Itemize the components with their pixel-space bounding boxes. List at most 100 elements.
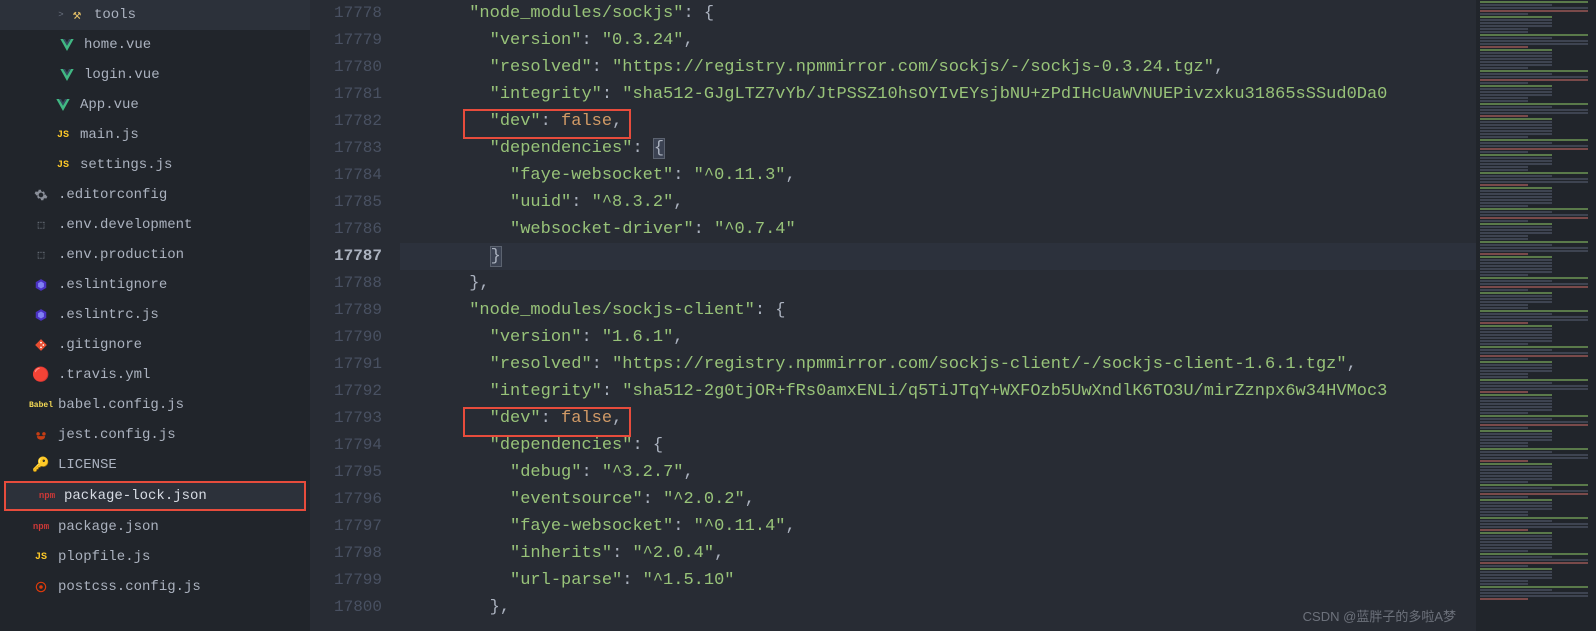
file-item-app-vue[interactable]: App.vue xyxy=(0,90,310,120)
file-name-label: .env.development xyxy=(58,217,192,233)
minimap-line xyxy=(1480,502,1552,504)
file-explorer[interactable]: >⚒tools home.vue login.vueApp.vue JS main.js… xyxy=(0,0,310,631)
file-name-label: .editorconfig xyxy=(58,187,167,203)
minimap-line xyxy=(1480,490,1588,492)
minimap-line xyxy=(1480,442,1528,444)
vue-icon xyxy=(58,66,76,84)
minimap-line xyxy=(1480,148,1588,150)
minimap-line xyxy=(1480,40,1588,42)
minimap-line xyxy=(1480,49,1552,51)
minimap-line xyxy=(1480,166,1528,168)
code-line[interactable]: "dev": false, xyxy=(400,405,1476,432)
minimap-line xyxy=(1480,457,1588,459)
line-number: 17797 xyxy=(310,513,382,540)
minimap-line xyxy=(1480,103,1588,105)
minimap-line xyxy=(1480,517,1588,519)
minimap-line xyxy=(1480,262,1552,264)
minimap-line xyxy=(1480,22,1552,24)
code-line[interactable]: "websocket-driver": "^0.7.4" xyxy=(400,216,1476,243)
line-number: 17788 xyxy=(310,270,382,297)
file-item--editorconfig[interactable]: .editorconfig xyxy=(0,180,310,210)
minimap-line xyxy=(1480,169,1528,171)
line-number: 17789 xyxy=(310,297,382,324)
file-item--travis-yml[interactable]: 🔴.travis.yml xyxy=(0,360,310,390)
minimap-line xyxy=(1480,544,1552,546)
code-line[interactable]: "resolved": "https://registry.npmmirror.… xyxy=(400,54,1476,81)
minimap-line xyxy=(1480,322,1528,324)
minimap-line xyxy=(1480,475,1552,477)
code-line[interactable]: "faye-websocket": "^0.11.4", xyxy=(400,513,1476,540)
file-item--eslintrc-js[interactable]: .eslintrc.js xyxy=(0,300,310,330)
code-editor: 1777817779177801778117782177831778417785… xyxy=(310,0,1596,631)
file-name-label: home.vue xyxy=(84,37,151,53)
minimap-line xyxy=(1480,115,1528,117)
file-item-main-js[interactable]: JS main.js xyxy=(0,120,310,150)
minimap-line xyxy=(1480,358,1528,360)
file-item--gitignore[interactable]: .gitignore xyxy=(0,330,310,360)
file-item-license[interactable]: 🔑LICENSE xyxy=(0,450,310,480)
minimap-line xyxy=(1480,364,1552,366)
minimap-line xyxy=(1480,154,1552,156)
minimap-line xyxy=(1480,145,1588,147)
file-item-settings-js[interactable]: JSsettings.js xyxy=(0,150,310,180)
minimap-line xyxy=(1480,595,1588,597)
file-item-package-json[interactable]: npmpackage.json xyxy=(0,512,310,542)
code-line[interactable]: "dev": false, xyxy=(400,108,1476,135)
file-name-label: package-lock.json xyxy=(64,488,207,504)
code-line[interactable]: } xyxy=(400,243,1476,270)
file-name-label: main.js xyxy=(80,127,139,143)
code-area[interactable]: "node_modules/sockjs": { "version": "0.3… xyxy=(400,0,1476,631)
js-icon: JS xyxy=(54,126,72,144)
file-item-babel-config-js[interactable]: Babelbabel.config.js xyxy=(0,390,310,420)
code-line[interactable]: "faye-websocket": "^0.11.3", xyxy=(400,162,1476,189)
minimap-line xyxy=(1480,106,1552,108)
file-item-package-lock-json[interactable]: npmpackage-lock.json xyxy=(4,481,306,511)
file-item--env-production[interactable]: ⬚.env.production xyxy=(0,240,310,270)
code-line[interactable]: "version": "0.3.24", xyxy=(400,27,1476,54)
file-name-label: .gitignore xyxy=(58,337,142,353)
code-line[interactable]: }, xyxy=(400,270,1476,297)
minimap-line xyxy=(1480,289,1528,291)
file-item-login-vue[interactable]: login.vue xyxy=(0,60,310,90)
code-line[interactable]: "resolved": "https://registry.npmmirror.… xyxy=(400,351,1476,378)
code-line[interactable]: "debug": "^3.2.7", xyxy=(400,459,1476,486)
expand-arrow-icon[interactable]: > xyxy=(54,10,68,20)
file-item--env-development[interactable]: ⬚ .env.development xyxy=(0,210,310,240)
eslint-icon xyxy=(32,306,50,324)
code-line[interactable]: "node_modules/sockjs": { xyxy=(400,0,1476,27)
code-line[interactable]: "version": "1.6.1", xyxy=(400,324,1476,351)
file-name-label: package.json xyxy=(58,519,159,535)
minimap-line xyxy=(1480,235,1528,237)
code-line[interactable]: "uuid": "^8.3.2", xyxy=(400,189,1476,216)
code-line[interactable]: "dependencies": { xyxy=(400,135,1476,162)
file-item--eslintignore[interactable]: .eslintignore xyxy=(0,270,310,300)
minimap-line xyxy=(1480,352,1588,354)
code-line[interactable]: "inherits": "^2.0.4", xyxy=(400,540,1476,567)
minimap-line xyxy=(1480,79,1588,81)
minimap-line xyxy=(1480,547,1552,549)
line-number: 17793 xyxy=(310,405,382,432)
file-item-home-vue[interactable]: home.vue xyxy=(0,30,310,60)
tools-icon: ⚒ xyxy=(68,6,86,24)
env-icon: ⬚ xyxy=(32,216,50,234)
minimap-line xyxy=(1480,211,1552,213)
code-line[interactable]: "node_modules/sockjs-client": { xyxy=(400,297,1476,324)
env-icon: ⬚ xyxy=(32,246,50,264)
code-line[interactable]: "integrity": "sha512-GJgLTZ7vYb/JtPSSZ10… xyxy=(400,81,1476,108)
code-line[interactable]: "url-parse": "^1.5.10" xyxy=(400,567,1476,594)
line-number: 17784 xyxy=(310,162,382,189)
file-item-jest-config-js[interactable]: jest.config.js xyxy=(0,420,310,450)
line-number: 17786 xyxy=(310,216,382,243)
code-line[interactable]: "dependencies": { xyxy=(400,432,1476,459)
minimap[interactable] xyxy=(1476,0,1596,631)
file-item-postcss-config-js[interactable]: postcss.config.js xyxy=(0,572,310,602)
file-item-tools[interactable]: >⚒tools xyxy=(0,0,310,30)
file-item-plopfile-js[interactable]: JSplopfile.js xyxy=(0,542,310,572)
line-number: 17795 xyxy=(310,459,382,486)
minimap-line xyxy=(1480,343,1528,345)
line-number: 17778 xyxy=(310,0,382,27)
minimap-line xyxy=(1480,55,1552,57)
code-line[interactable]: "integrity": "sha512-2g0tjOR+fRs0amxENLi… xyxy=(400,378,1476,405)
code-line[interactable]: "eventsource": "^2.0.2", xyxy=(400,486,1476,513)
minimap-line xyxy=(1480,526,1588,528)
